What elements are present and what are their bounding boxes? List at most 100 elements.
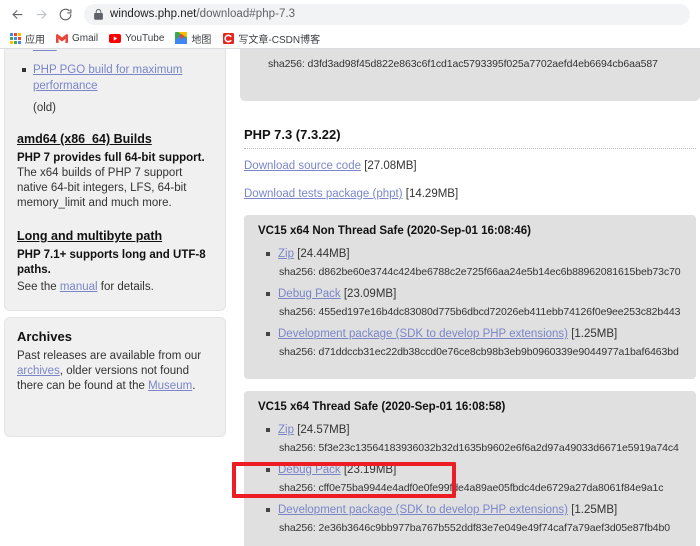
list-item: Zip [24.44MB] sha256: d862be60e3744c424b… [266, 247, 682, 278]
zip-download-link-highlighted[interactable]: Zip [278, 424, 294, 436]
bookmark-label: 应用 [25, 34, 45, 46]
bookmarks-bar: 应用 Gmail YouTube 地图 写文章-CSDN博客 [0, 28, 700, 48]
page-viewport[interactable]: Visual C++ Team blog - PGO with PHP PHP … [0, 49, 700, 546]
sidebar-lead-amd64: PHP 7 provides full 64-bit support. [17, 152, 205, 164]
sidebar-heading-amd64: amd64 (x86_64) Builds [17, 132, 152, 146]
download-tests-line: Download tests package (phpt) [14.29MB] [244, 187, 696, 201]
sha256-text: sha256: 455ed197e16b4dc83080d775b6dbcd72… [279, 306, 681, 318]
package-row: Debug Pack [23.19MB] [266, 463, 682, 477]
php-version-section: PHP 7.3 (7.3.22) Download source code [2… [240, 127, 700, 546]
bookmark-gmail[interactable]: Gmail [51, 29, 103, 47]
manual-pre-text: See the [17, 281, 60, 293]
back-button[interactable] [6, 3, 28, 25]
sha256-text: sha256: d71ddccb31ec22db38ccd0e76ce8cb98… [279, 346, 679, 358]
package-row: Development package (SDK to develop PHP … [266, 503, 682, 517]
list-item: Debug Pack [23.09MB] sha256: 455ed197e16… [266, 287, 682, 318]
sidebar-text-amd64: The x64 builds of PHP 7 support native 6… [17, 167, 187, 209]
old-note: (old) [33, 102, 57, 114]
bookmark-label: 写文章-CSDN博客 [238, 34, 321, 46]
sha256-text: sha256: cff0e75ba9944e4adf0e0fe99fde4a89… [279, 482, 664, 494]
divider [244, 148, 696, 149]
sha256-text: sha256: d3fd3ad98f45d822e863c6f1cd1ac579… [268, 58, 658, 70]
build-box-nts: VC15 x64 Non Thread Safe (2020-Sep-01 16… [244, 215, 696, 379]
sidebar-heading-longpath: Long and multibyte path [17, 229, 163, 243]
sha256-text: sha256: 2e36b3646c9bb977ba767b552ddf83e7… [279, 522, 671, 534]
sidebar-link-pgo-build[interactable]: PHP PGO build for maximum performance [33, 64, 182, 92]
bookmark-maps[interactable]: 地图 [170, 29, 216, 47]
list-item: Debug Pack [23.19MB] sha256: cff0e75ba99… [266, 463, 682, 494]
sidebar-body-longpath: PHP 7.1+ supports long and UTF-8 paths. [17, 248, 213, 278]
package-size: [23.09MB] [343, 288, 397, 300]
url-host: windows.php.net [110, 8, 197, 20]
list-item: Visual C++ Team blog - PGO with PHP [33, 49, 213, 54]
dev-package-download-link[interactable]: Development package (SDK to develop PHP … [278, 504, 568, 516]
forward-button[interactable] [30, 3, 52, 25]
bookmark-apps[interactable]: 应用 [4, 29, 50, 47]
sidebar-link-vcpp-blog[interactable]: Visual C++ Team blog - PGO with PHP [33, 49, 205, 52]
package-list: Zip [24.44MB] sha256: d862be60e3744c424b… [258, 247, 682, 358]
archives-text-1: Past releases are available from our [17, 350, 202, 362]
download-source-code-link[interactable]: Download source code [244, 160, 361, 172]
sidebar-manual-line: See the manual for details. [17, 280, 213, 295]
bookmark-label: Gmail [72, 32, 99, 44]
package-size: [24.44MB] [297, 248, 350, 260]
gmail-icon [56, 32, 68, 44]
page-title: PHP 7.3 (7.3.22) [244, 127, 341, 142]
sidebar-lead-longpath: PHP 7.1+ supports long and UTF-8 paths. [17, 249, 206, 276]
bookmark-youtube[interactable]: YouTube [104, 29, 169, 47]
package-size: [1.25MB] [571, 504, 618, 516]
bookmark-csdn[interactable]: 写文章-CSDN博客 [217, 29, 325, 47]
url-path: /download#php-7.3 [196, 8, 296, 20]
build-title: VC15 x64 Non Thread Safe (2020-Sep-01 16… [258, 225, 531, 237]
browser-chrome: windows.php.net/download#php-7.3 应用 Gmai… [0, 0, 700, 49]
sha256-text: sha256: d862be60e3744c424be6788c2e725f66… [279, 266, 681, 278]
package-size: [23.19MB] [343, 464, 397, 476]
package-size: [1.25MB] [571, 328, 618, 340]
archives-body: Past releases are available from our arc… [17, 349, 213, 394]
download-tests-package-link[interactable]: Download tests package (phpt) [244, 188, 403, 200]
download-source-size: [27.08MB] [364, 160, 417, 172]
archives-link[interactable]: archives [17, 365, 60, 377]
build-title: VC15 x64 Thread Safe (2020-Sep-01 16:08:… [258, 401, 506, 413]
package-list: Zip [24.57MB] sha256: 5f3e23c13564183936… [258, 423, 682, 534]
address-bar-url: windows.php.net/download#php-7.3 [110, 8, 295, 20]
previous-release-remnant: sha256: d3fd3ad98f45d822e863c6f1cd1ac579… [240, 49, 700, 101]
list-item: Development package (SDK to develop PHP … [266, 503, 682, 534]
museum-link[interactable]: Museum [148, 380, 192, 392]
address-bar[interactable]: windows.php.net/download#php-7.3 [84, 3, 690, 25]
lock-icon [94, 8, 103, 20]
manual-post-text: for details. [97, 281, 154, 293]
zip-download-link[interactable]: Zip [278, 248, 294, 260]
package-row: Debug Pack [23.09MB] [266, 287, 682, 301]
debug-pack-download-link[interactable]: Debug Pack [278, 464, 341, 476]
apps-grid-icon [9, 32, 21, 44]
sidebar-link-manual[interactable]: manual [60, 281, 98, 293]
youtube-icon [109, 32, 122, 44]
list-item: Development package (SDK to develop PHP … [266, 327, 682, 358]
archives-heading: Archives [17, 329, 72, 344]
download-tests-size: [14.29MB] [405, 188, 459, 200]
list-item: Zip [24.57MB] sha256: 5f3e23c13564183936… [266, 423, 682, 454]
csdn-icon [222, 32, 234, 44]
package-row: Development package (SDK to develop PHP … [266, 327, 682, 341]
debug-pack-download-link[interactable]: Debug Pack [278, 288, 341, 300]
dev-package-download-link[interactable]: Development package (SDK to develop PHP … [278, 328, 568, 340]
browser-toolbar: windows.php.net/download#php-7.3 [0, 0, 700, 28]
list-item: PHP PGO build for maximum performance [22, 62, 213, 94]
maps-icon [175, 32, 188, 44]
package-size: [24.57MB] [297, 424, 350, 436]
sidebar-link-list: Visual C++ Team blog - PGO with PHP PHP … [17, 49, 213, 94]
bookmark-label: 地图 [191, 34, 212, 46]
package-row: Zip [24.57MB] [266, 423, 682, 437]
sha256-text: sha256: 5f3e23c13564183936032b32d1635b96… [279, 442, 679, 454]
build-box-ts: VC15 x64 Thread Safe (2020-Sep-01 16:08:… [244, 391, 696, 546]
sidebar-archives-panel: Archives Past releases are available fro… [4, 317, 226, 437]
reload-button[interactable] [54, 3, 76, 25]
bookmark-label: YouTube [125, 32, 165, 44]
main-content: sha256: d3fd3ad98f45d822e863c6f1cd1ac579… [240, 49, 700, 546]
download-source-line: Download source code [27.08MB] [244, 159, 696, 173]
archives-text-3: . [192, 380, 196, 392]
package-row: Zip [24.44MB] [266, 247, 682, 261]
sidebar-body-amd64: PHP 7 provides full 64-bit support. The … [17, 151, 213, 211]
